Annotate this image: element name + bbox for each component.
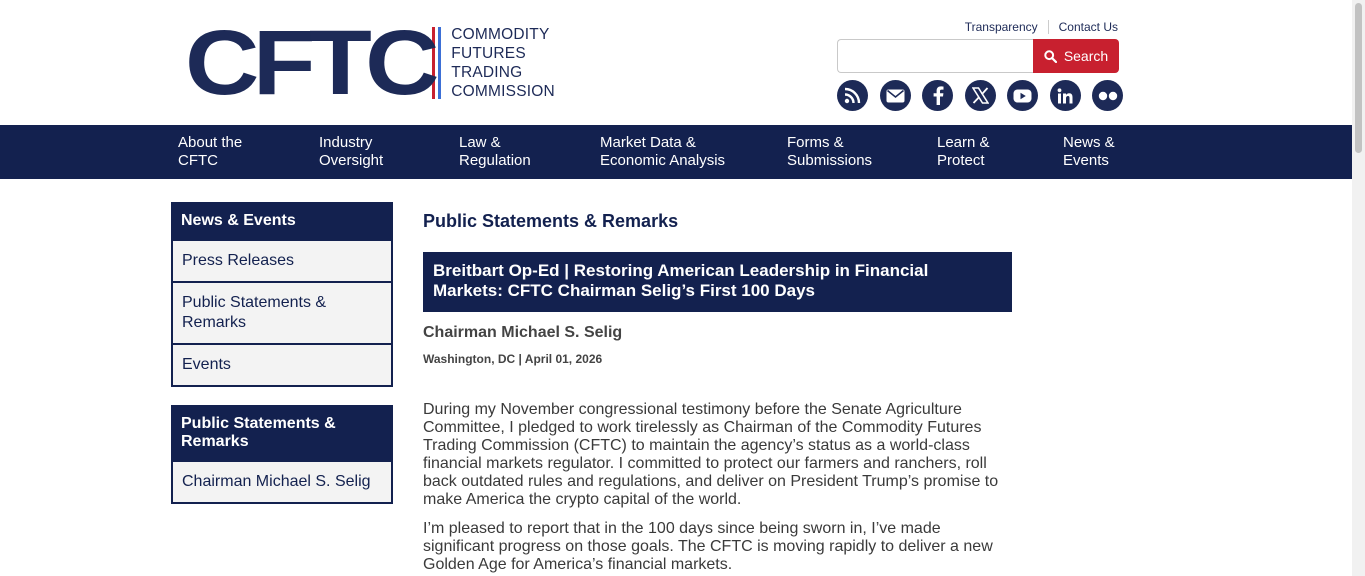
- sidebar-item-events[interactable]: Events: [173, 343, 391, 385]
- search-button-label: Search: [1063, 48, 1109, 64]
- nav-news-events[interactable]: News & Events: [1063, 134, 1115, 170]
- page-scrollbar[interactable]: [1352, 0, 1365, 576]
- main-navigation: About the CFTC Industry Oversight Law & …: [0, 125, 1352, 179]
- nav-learn-protect[interactable]: Learn & Protect: [937, 134, 990, 170]
- flickr-icon[interactable]: [1092, 80, 1123, 111]
- sidebar-statements: Public Statements & Remarks Chairman Mic…: [171, 405, 393, 504]
- article-byline: Chairman Michael S. Selig: [423, 324, 623, 341]
- nav-market-data[interactable]: Market Data & Economic Analysis: [600, 134, 725, 170]
- search-form: Search: [837, 39, 1119, 73]
- logo-wordmark: COMMODITY FUTURES TRADING COMMISSION: [451, 25, 555, 101]
- utility-divider: [1047, 20, 1049, 34]
- site-header: CFTC COMMODITY FUTURES TRADING COMMISSIO…: [0, 0, 1352, 125]
- nav-industry-oversight[interactable]: Industry Oversight: [319, 134, 383, 170]
- article-dateline: Washington, DC | April 01, 2026: [423, 352, 603, 366]
- linkedin-icon[interactable]: [1049, 80, 1081, 111]
- sidebar-news-events: News & Events Press Releases Public Stat…: [171, 202, 393, 387]
- logo-line: COMMISSION: [451, 83, 555, 100]
- facebook-icon[interactable]: [922, 80, 953, 111]
- sidebar-heading: News & Events: [173, 204, 391, 239]
- youtube-icon[interactable]: [1007, 80, 1038, 111]
- article-paragraph: During my November congressional testimo…: [423, 401, 999, 508]
- sidebar-item-press-releases[interactable]: Press Releases: [173, 239, 391, 281]
- logo-line: COMMODITY: [451, 26, 550, 43]
- logo-bar-blue: [438, 27, 442, 99]
- email-icon[interactable]: [879, 80, 911, 111]
- sidebar-heading: Public Statements & Remarks: [173, 407, 391, 460]
- cftc-logo[interactable]: CFTC COMMODITY FUTURES TRADING COMMISSIO…: [185, 12, 555, 114]
- utility-links: Transparency Contact Us: [965, 20, 1118, 34]
- nav-forms-submissions[interactable]: Forms & Submissions: [787, 134, 872, 170]
- contact-us-link[interactable]: Contact Us: [1059, 20, 1118, 34]
- logo-mark: CFTC: [185, 12, 440, 114]
- scrollbar-thumb[interactable]: [1355, 3, 1362, 153]
- nav-law-regulation[interactable]: Law & Regulation: [459, 134, 531, 170]
- logo-line: TRADING: [451, 64, 523, 81]
- section-title: Public Statements & Remarks: [423, 211, 679, 231]
- search-input[interactable]: [837, 39, 1033, 73]
- social-links: [837, 80, 1123, 111]
- search-icon: [1044, 49, 1057, 63]
- search-button[interactable]: Search: [1033, 39, 1119, 73]
- sidebar-item-public-statements[interactable]: Public Statements & Remarks: [173, 281, 391, 343]
- sidebar-item-chairman-selig[interactable]: Chairman Michael S. Selig: [173, 460, 391, 502]
- logo-bars: [432, 27, 442, 99]
- article-headline: Breitbart Op-Ed | Restoring American Lea…: [423, 252, 1012, 312]
- transparency-link[interactable]: Transparency: [965, 20, 1038, 34]
- main-content: Public Statements & Remarks Breitbart Op…: [423, 210, 1012, 574]
- x-icon[interactable]: [964, 80, 996, 111]
- nav-about-cftc[interactable]: About the CFTC: [178, 134, 242, 170]
- rss-icon[interactable]: [837, 80, 868, 111]
- article-paragraph: I’m pleased to report that in the 100 da…: [423, 520, 993, 573]
- logo-line: FUTURES: [451, 45, 526, 62]
